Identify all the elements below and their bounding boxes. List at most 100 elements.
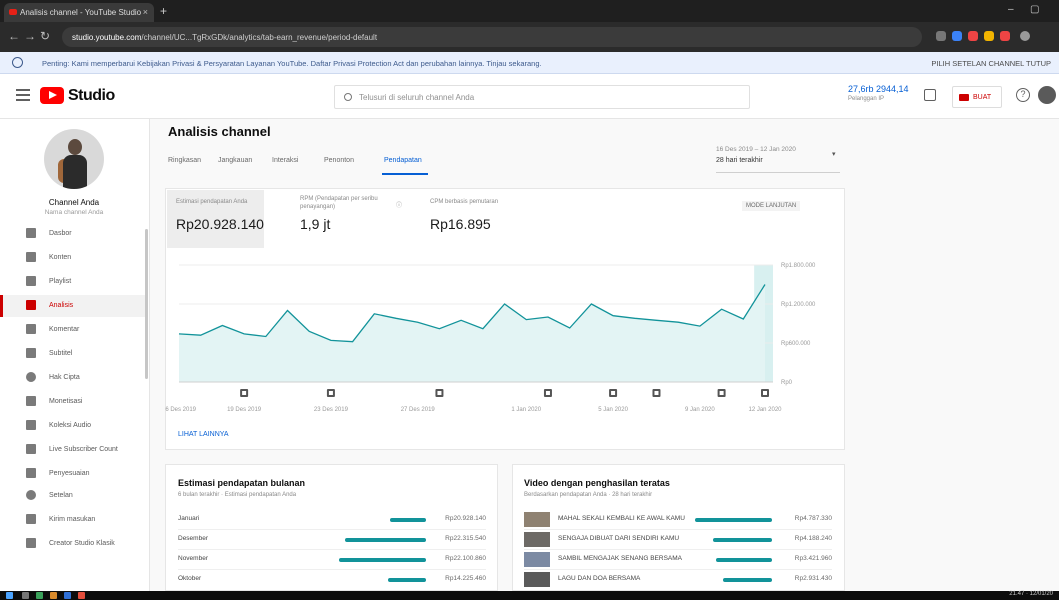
notice-actions[interactable]: PILIH SETELAN CHANNEL TUTUP	[931, 59, 1051, 68]
sidebar-item-subtitel[interactable]: Subtitel	[0, 343, 148, 365]
monthly-revenue-title: Estimasi pendapatan bulanan	[178, 478, 306, 488]
monthly-bar	[339, 558, 426, 562]
see-more-link[interactable]: LIHAT LAINNYA	[178, 431, 229, 438]
taskbar-app-icon[interactable]	[36, 592, 43, 599]
search-input[interactable]: Telusuri di seluruh channel Anda	[334, 85, 750, 109]
extension-icon[interactable]	[968, 31, 978, 41]
video-thumbnail[interactable]	[524, 552, 550, 567]
forward-icon[interactable]: →	[24, 29, 36, 43]
x-tick-label: 27 Des 2019	[401, 407, 436, 413]
taskbar-app-icon[interactable]	[22, 592, 29, 599]
sidebar-item-live-subscriber-count[interactable]: Live Subscriber Count	[0, 439, 148, 461]
metric-label-cpm[interactable]: CPM berbasis pemutaran	[430, 199, 498, 205]
youtube-favicon-icon	[9, 9, 17, 15]
sidebar-item-monetisasi[interactable]: Monetisasi	[0, 391, 148, 413]
menu-icon[interactable]	[16, 89, 30, 101]
sidebar-item-kirim-masukan[interactable]: Kirim masukan	[0, 509, 148, 531]
x-tick-label: 1 Jan 2020	[511, 407, 541, 413]
start-icon[interactable]	[6, 592, 13, 599]
video-row[interactable]: SAMBIL MENGAJAK SENANG BERSAMA Rp3.421.96…	[524, 550, 832, 570]
monthly-bar	[345, 538, 426, 542]
top-videos-title: Video dengan penghasilan teratas	[524, 478, 670, 488]
url-bar[interactable]: studio.youtube.com/channel/UC...TgRxGDk/…	[62, 27, 922, 47]
bar-chart-icon	[26, 444, 36, 454]
video-camera-icon	[959, 94, 969, 101]
taskbar-app-icon[interactable]	[78, 592, 85, 599]
sidebar-scrollbar[interactable]	[145, 229, 148, 379]
browser-tab-title: Analisis channel - YouTube Studio	[20, 8, 142, 17]
back-icon[interactable]: ←	[8, 29, 20, 43]
video-thumbnail[interactable]	[524, 572, 550, 587]
extension-icon[interactable]	[984, 31, 994, 41]
sidebar-item-konten[interactable]: Konten	[0, 247, 148, 269]
metric-value-cpm[interactable]: Rp16.895	[430, 216, 491, 232]
video-upload-marker-inner	[437, 391, 442, 395]
tab-ringkasan[interactable]: Ringkasan	[168, 157, 201, 164]
account-avatar[interactable]	[1038, 86, 1056, 104]
analytics-icon	[26, 300, 36, 310]
video-upload-marker-inner	[545, 391, 550, 395]
sidebar-item-playlist[interactable]: Playlist	[0, 271, 148, 293]
browser-tab[interactable]: Analisis channel - YouTube Studio ×	[4, 3, 154, 22]
monthly-bar	[388, 578, 426, 582]
help-circle-icon[interactable]: ⓘ	[396, 200, 402, 209]
channel-avatar[interactable]	[44, 129, 104, 189]
sidebar-item-creator-studio-klasik[interactable]: Creator Studio Klasik	[0, 533, 148, 555]
new-tab-button[interactable]: +	[160, 4, 167, 18]
sidebar-item-setelan[interactable]: Setelan	[0, 485, 148, 507]
profile-icon[interactable]	[1020, 31, 1030, 41]
sidebar-item-analisis[interactable]: Analisis	[0, 295, 148, 317]
video-upload-marker-inner	[611, 391, 616, 395]
minimize-icon[interactable]: –	[1008, 4, 1014, 15]
sidebar-item-hak-cipta[interactable]: Hak Cipta	[0, 367, 148, 389]
date-range-caption: 16 Des 2019 – 12 Jan 2020	[716, 146, 796, 153]
tab-interaksi[interactable]: Interaksi	[272, 157, 298, 164]
sidebar-item-koleksi-audio[interactable]: Koleksi Audio	[0, 415, 148, 437]
dollar-icon	[26, 396, 36, 406]
apps-icon[interactable]	[924, 89, 936, 101]
date-select-underline	[716, 172, 840, 173]
y-tick-label: Rp1.200.000	[781, 302, 816, 308]
video-row[interactable]: LAGU DAN DOA BERSAMA Rp2.931.430	[524, 570, 832, 590]
taskbar-app-icon[interactable]	[50, 592, 57, 599]
comments-icon	[26, 324, 36, 334]
sidebar-item-penyesuaian[interactable]: Penyesuaian	[0, 463, 148, 485]
create-button[interactable]: BUAT	[952, 86, 1002, 108]
advanced-mode-button[interactable]: MODE LANJUTAN	[742, 201, 801, 211]
revenue-chart[interactable]: Rp0 Rp600.000 Rp1.200.000 Rp1.800.000 16 Des…	[165, 255, 845, 425]
extension-icon[interactable]	[1000, 31, 1010, 41]
date-range-select[interactable]: 28 hari terakhir	[716, 157, 763, 164]
metric-label-rpm[interactable]: RPM (Pendapatan per seribu penayangan)	[300, 195, 390, 211]
tab-jangkauan[interactable]: Jangkauan	[218, 157, 252, 164]
maximize-icon[interactable]: ▢	[1030, 4, 1039, 15]
metric-value-rpm[interactable]: 1,9 jt	[300, 216, 330, 232]
video-revenue-bar	[723, 578, 772, 582]
info-icon	[12, 57, 23, 68]
help-icon[interactable]: ?	[1016, 88, 1030, 102]
taskbar-app-icon[interactable]	[64, 592, 71, 599]
video-row[interactable]: MAHAL SEKALI KEMBALI KE AWAL KAMU Rp4.787…	[524, 510, 832, 530]
video-row[interactable]: SENGAJA DIBUAT DARI SENDIRI KAMU Rp4.188.…	[524, 530, 832, 550]
active-tab-indicator	[382, 173, 428, 175]
taskbar-clock: 21.47 · 12/01/20	[1009, 591, 1053, 597]
os-taskbar: 21.47 · 12/01/20	[0, 591, 1059, 600]
sidebar-item-dasbor[interactable]: Dasbor	[0, 223, 148, 245]
tab-pendapatan[interactable]: Pendapatan	[384, 157, 422, 164]
video-revenue-bar	[695, 518, 772, 522]
extension-icon[interactable]	[936, 31, 946, 41]
channel-subtitle: Nama channel Anda	[44, 209, 104, 216]
youtube-logo-icon[interactable]	[40, 87, 64, 104]
search-placeholder: Telusuri di seluruh channel Anda	[359, 93, 475, 102]
extension-icon[interactable]	[952, 31, 962, 41]
close-tab-icon[interactable]: ×	[143, 7, 148, 17]
chevron-down-icon[interactable]: ▾	[832, 150, 836, 158]
monthly-row: Januari Rp20.928.140	[178, 510, 486, 530]
video-thumbnail[interactable]	[524, 512, 550, 527]
reload-icon[interactable]: ↻	[40, 29, 50, 43]
tab-penonton[interactable]: Penonton	[324, 157, 354, 164]
video-thumbnail[interactable]	[524, 532, 550, 547]
video-upload-marker-inner	[654, 391, 659, 395]
video-revenue-bar	[713, 538, 772, 542]
studio-logo[interactable]: Studio	[68, 87, 115, 105]
sidebar-item-komentar[interactable]: Komentar	[0, 319, 148, 341]
